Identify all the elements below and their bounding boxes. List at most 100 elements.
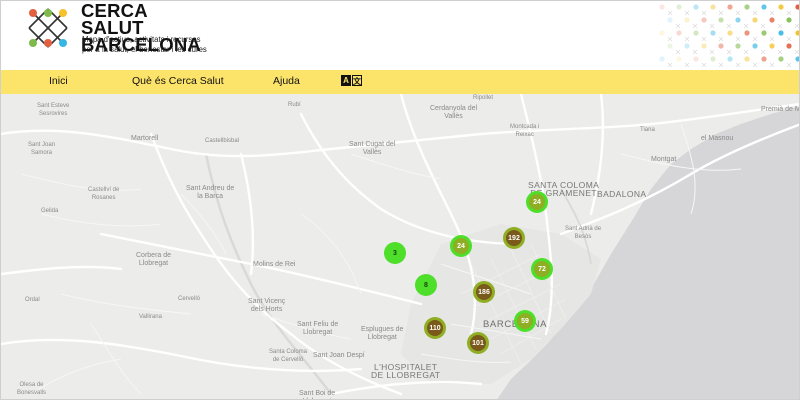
map-label-hospitalet: L'HOSPITALET DE LLOBREGAT xyxy=(371,362,441,380)
decorative-dot xyxy=(761,56,767,62)
decorative-dot xyxy=(744,4,750,10)
decorative-cross xyxy=(794,49,799,55)
decorative-dot xyxy=(786,43,792,49)
decorative-dot xyxy=(778,4,784,10)
decorative-cross xyxy=(675,23,681,29)
map-label-badalona: BADALONA xyxy=(597,189,647,199)
site-header: CERCA SALUT BARCELONA Mapa d'actius, act… xyxy=(1,0,799,70)
decorative-dot xyxy=(786,17,792,23)
map-cluster-marker[interactable]: 24 xyxy=(526,191,548,213)
map-label-tiana: Tiana xyxy=(640,127,655,133)
decorative-dot xyxy=(701,17,707,23)
decorative-cross xyxy=(752,62,758,67)
decorative-cross xyxy=(667,62,673,67)
decorative-dot xyxy=(676,56,682,62)
cluster-core: 192 xyxy=(506,230,522,246)
map-label-sant-vicenc: Sant Vicenç dels Horts xyxy=(248,298,286,313)
cluster-count: 101 xyxy=(472,339,484,347)
decorative-dot xyxy=(795,56,799,62)
map-label-sant-adria: Sant Adrià de Besòs xyxy=(565,226,602,240)
decorative-cross xyxy=(760,49,766,55)
decorative-dot xyxy=(718,43,724,49)
decorative-dot xyxy=(659,4,665,10)
brand-subtitle-line2: per a la salut, el benestar i les cures xyxy=(82,44,207,54)
map-label-gelida: Gelida xyxy=(41,208,59,214)
map-label-el-masnou: el Masnou xyxy=(701,135,734,142)
map-label-sant-esteve: Sant Esteve Sesrovires xyxy=(37,103,70,117)
decorative-dot-pattern xyxy=(659,4,799,67)
decorative-cross xyxy=(752,10,758,16)
map-label-ripollet: Ripollet xyxy=(473,95,494,101)
decorative-dot xyxy=(676,4,682,10)
map-cluster-marker[interactable]: 59 xyxy=(514,310,536,332)
decorative-cross xyxy=(701,62,707,67)
logo-icon[interactable] xyxy=(25,5,71,51)
cluster-count: 192 xyxy=(508,234,520,242)
map-view[interactable]: Rubí Sant Esteve Sesrovires Martorell Ca… xyxy=(1,94,799,399)
decorative-cross xyxy=(667,10,673,16)
decorative-cross xyxy=(701,10,707,16)
cluster-count: 24 xyxy=(457,242,465,250)
brand-title-line1: CERCA SALUT xyxy=(81,0,148,38)
decorative-cross xyxy=(692,23,698,29)
translate-icon-b: 文 xyxy=(352,75,362,86)
decorative-dot xyxy=(778,56,784,62)
cluster-core: 186 xyxy=(476,284,492,300)
decorative-dot xyxy=(778,30,784,36)
decorative-cross xyxy=(743,49,749,55)
map-cluster-marker[interactable]: 24 xyxy=(450,235,472,257)
cluster-count: 110 xyxy=(429,324,441,332)
decorative-dot xyxy=(659,30,665,36)
map-label-sant-andreu: Sant Andreu de la Barca xyxy=(186,185,235,200)
nav-item-ajuda[interactable]: Ajuda xyxy=(273,75,300,87)
decorative-dot xyxy=(684,17,690,23)
decorative-cross xyxy=(726,23,732,29)
decorative-dot xyxy=(693,56,699,62)
decorative-cross xyxy=(777,23,783,29)
decorative-dot xyxy=(701,43,707,49)
map-cluster-marker[interactable]: 72 xyxy=(531,258,553,280)
cluster-core: 59 xyxy=(517,313,533,329)
decorative-cross xyxy=(735,36,741,42)
translate-icon[interactable]: A 文 xyxy=(341,75,362,87)
decorative-cross xyxy=(726,49,732,55)
cluster-count: 8 xyxy=(424,281,428,289)
map-cluster-marker[interactable]: 3 xyxy=(384,242,406,264)
map-cluster-marker[interactable]: 8 xyxy=(415,274,437,296)
map-cluster-marker[interactable]: 186 xyxy=(473,281,495,303)
nav-item-inici[interactable]: Inici xyxy=(49,75,68,87)
decorative-cross xyxy=(786,62,792,67)
decorative-cross xyxy=(718,62,724,67)
map-cluster-marker[interactable]: 192 xyxy=(503,227,525,249)
cluster-count: 72 xyxy=(538,265,546,273)
map-label-ordal: Ordal xyxy=(25,297,40,303)
decorative-cross xyxy=(701,36,707,42)
map-label-sant-feliu: Sant Feliu de Llobregat xyxy=(297,321,339,336)
map-label-montgat: Montgat xyxy=(651,156,677,163)
brand-subtitle: Mapa d'actius, activitats i recursos per… xyxy=(82,35,222,54)
decorative-dot xyxy=(744,30,750,36)
nav-item-que-es[interactable]: Què és Cerca Salut xyxy=(132,75,224,87)
decorative-cross xyxy=(769,62,775,67)
decorative-dot xyxy=(761,4,767,10)
map-label-vallirana: Vallirana xyxy=(139,314,162,320)
map-label-cervello: Cervelló xyxy=(178,296,201,302)
decorative-dot xyxy=(710,4,716,10)
map-label-martorell: Martorell xyxy=(131,135,159,142)
map-label-olesa: Olesa de Bonesvalls xyxy=(17,382,47,396)
cluster-count: 3 xyxy=(393,249,397,257)
map-label-sant-cugat: Sant Cugat del Vallès xyxy=(349,141,396,156)
decorative-cross xyxy=(769,10,775,16)
map-label-montcada: Montcada i Reixac xyxy=(510,124,540,138)
map-cluster-marker[interactable]: 110 xyxy=(424,317,446,339)
cluster-count: 59 xyxy=(521,317,529,325)
decorative-cross xyxy=(718,36,724,42)
decorative-cross xyxy=(718,10,724,16)
decorative-dot xyxy=(676,30,682,36)
map-label-sant-boi: Sant Boi de Llobregat xyxy=(299,390,336,399)
cluster-core: 110 xyxy=(427,320,443,336)
map-cluster-marker[interactable]: 101 xyxy=(467,332,489,354)
map-label-esplugues: Esplugues de Llobregat xyxy=(361,326,404,341)
map-label-castellbisbal: Castellbisbal xyxy=(205,138,240,144)
map-label-sant-joan-samora: Sant Joan Samora xyxy=(28,142,56,156)
